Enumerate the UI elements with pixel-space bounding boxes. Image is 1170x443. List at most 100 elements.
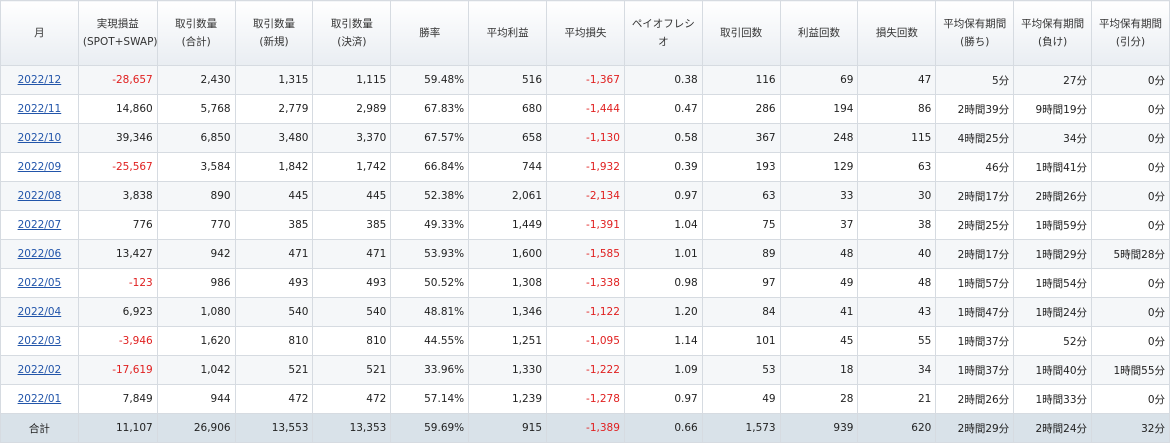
month-cell: 2022/02: [0, 355, 79, 385]
table-cell: 97: [701, 268, 781, 298]
table-cell: 2時間39分: [935, 94, 1015, 124]
table-cell: 37: [779, 210, 859, 240]
month-cell: 2022/08: [0, 181, 79, 211]
table-cell: 7,849: [77, 384, 158, 414]
month-link[interactable]: 2022/10: [18, 132, 62, 144]
column-header: 取引回数: [701, 0, 781, 66]
month-link[interactable]: 2022/03: [18, 335, 62, 347]
table-cell: 44.55%: [390, 326, 470, 356]
table-cell: 367: [701, 123, 781, 153]
table-cell: -25,567: [77, 152, 158, 182]
table-cell: -1,122: [546, 297, 625, 327]
table-cell: 129: [779, 152, 859, 182]
month-link[interactable]: 2022/11: [18, 103, 62, 115]
total-cell: 11,107: [77, 413, 158, 443]
monthly-report-table: 月実現損益 (SPOT+SWAP) 取引数量 (合計) 取引数量 (新規) 取引数量 (決済)…: [0, 0, 1170, 443]
table-cell: 1,742: [312, 152, 392, 182]
table-cell: 680: [468, 94, 548, 124]
table-header: 月実現損益 (SPOT+SWAP) 取引数量 (合計) 取引数量 (新規) 取引数量 (決済)…: [0, 0, 1170, 66]
table-cell: 46分: [935, 152, 1015, 182]
table-cell: 30: [857, 181, 937, 211]
table-cell: 194: [779, 94, 859, 124]
table-cell: 53.93%: [390, 239, 470, 269]
total-cell: 26,906: [156, 413, 236, 443]
table-footer: 合計 11,107 26,906 13,553 13,353 59.69% 915 -1,38…: [0, 413, 1170, 443]
month-link[interactable]: 2022/01: [18, 393, 62, 405]
month-link[interactable]: 2022/12: [18, 74, 62, 86]
table-row: 2022/02 -17,619 1,042 521 521 33.96% 1,330 -1,2…: [0, 355, 1170, 385]
table-cell: 18: [779, 355, 859, 385]
table-cell: 116: [701, 65, 781, 95]
table-cell: 286: [701, 94, 781, 124]
table-cell: 0分: [1091, 181, 1170, 211]
table-cell: 1,620: [156, 326, 236, 356]
table-cell: -1,367: [546, 65, 625, 95]
table-cell: 516: [468, 65, 548, 95]
table-cell: 521: [312, 355, 392, 385]
table-cell: 1,308: [468, 268, 548, 298]
month-link[interactable]: 2022/06: [18, 248, 62, 260]
table-cell: 0分: [1091, 268, 1170, 298]
table-cell: 75: [701, 210, 781, 240]
table-cell: 13,427: [77, 239, 158, 269]
table-row: 2022/05 -123 986 493 493 50.52% 1,308 -1,338 0.9…: [0, 268, 1170, 298]
table-cell: 1.20: [623, 297, 703, 327]
table-cell: 63: [701, 181, 781, 211]
table-cell: 48: [779, 239, 859, 269]
month-link[interactable]: 2022/08: [18, 190, 62, 202]
table-cell: 49: [779, 268, 859, 298]
table-cell: 3,370: [312, 123, 392, 153]
table-cell: 1,080: [156, 297, 236, 327]
table-cell: 1時間40分: [1013, 355, 1093, 385]
table-cell: 84: [701, 297, 781, 327]
table-cell: 1,315: [234, 65, 314, 95]
table-cell: 63: [857, 152, 937, 182]
table-cell: 944: [156, 384, 236, 414]
table-cell: 0.47: [623, 94, 703, 124]
month-link[interactable]: 2022/07: [18, 219, 62, 231]
table-cell: 1,042: [156, 355, 236, 385]
table-cell: 115: [857, 123, 937, 153]
table-row: 2022/12 -28,657 2,430 1,315 1,115 59.48% 516 -1…: [0, 65, 1170, 95]
table-cell: 493: [312, 268, 392, 298]
table-cell: 1時間24分: [1013, 297, 1093, 327]
table-cell: 53: [701, 355, 781, 385]
table-cell: 3,584: [156, 152, 236, 182]
table-cell: 3,480: [234, 123, 314, 153]
total-cell: 13,353: [312, 413, 392, 443]
table-cell: 2時間26分: [935, 384, 1015, 414]
table-cell: 2,779: [234, 94, 314, 124]
table-cell: 770: [156, 210, 236, 240]
table-cell: 1,239: [468, 384, 548, 414]
column-header: 勝率: [390, 0, 470, 66]
table-cell: 1時間55分: [1091, 355, 1170, 385]
table-cell: -1,585: [546, 239, 625, 269]
table-cell: -1,338: [546, 268, 625, 298]
table-cell: 50.52%: [390, 268, 470, 298]
table-cell: 472: [234, 384, 314, 414]
table-row: 2022/11 14,860 5,768 2,779 2,989 67.83% 680 -1,…: [0, 94, 1170, 124]
table-cell: -17,619: [77, 355, 158, 385]
table-cell: 27分: [1013, 65, 1093, 95]
total-cell: 915: [468, 413, 548, 443]
table-row: 2022/06 13,427 942 471 471 53.93% 1,600 -1,585 1…: [0, 239, 1170, 269]
month-link[interactable]: 2022/02: [18, 364, 62, 376]
total-cell: 2時間29分: [935, 413, 1015, 443]
table-cell: 66.84%: [390, 152, 470, 182]
table-cell: -3,946: [77, 326, 158, 356]
table-cell: 385: [234, 210, 314, 240]
total-cell: 32分: [1091, 413, 1170, 443]
column-header: 平均損失: [546, 0, 625, 66]
month-link[interactable]: 2022/04: [18, 306, 62, 318]
table-cell: 5時間28分: [1091, 239, 1170, 269]
month-link[interactable]: 2022/09: [18, 161, 62, 173]
month-link[interactable]: 2022/05: [18, 277, 62, 289]
table-cell: 1時間47分: [935, 297, 1015, 327]
table-cell: 445: [312, 181, 392, 211]
table-cell: 49.33%: [390, 210, 470, 240]
table-cell: -1,444: [546, 94, 625, 124]
table-cell: -1,278: [546, 384, 625, 414]
table-cell: 0.97: [623, 181, 703, 211]
table-cell: 1,842: [234, 152, 314, 182]
table-cell: 5,768: [156, 94, 236, 124]
